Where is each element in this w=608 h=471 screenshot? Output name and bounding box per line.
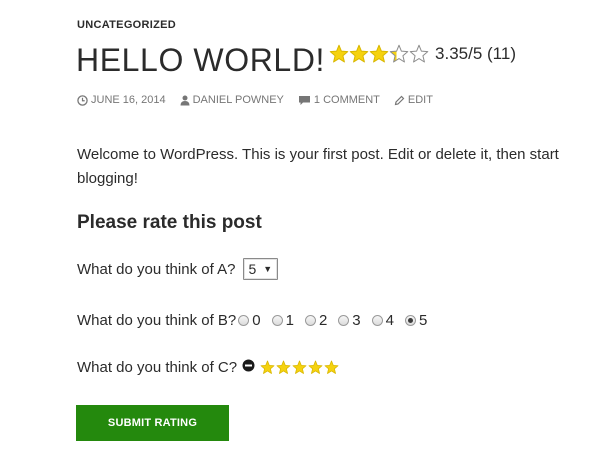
post-date[interactable]: JUNE 16, 2014 xyxy=(77,94,166,106)
radio-button[interactable] xyxy=(304,315,316,326)
radio-button[interactable] xyxy=(338,315,350,326)
star-icon xyxy=(329,44,349,63)
post-rating-score: 3.35/5 (11) xyxy=(435,44,516,63)
pencil-icon xyxy=(394,95,405,105)
question-b-option-0[interactable]: 0 xyxy=(238,312,261,329)
clock-icon xyxy=(77,94,88,106)
radio-option-label: 4 xyxy=(385,312,394,329)
star-icon xyxy=(389,44,409,63)
star-icon xyxy=(369,44,389,63)
question-c-label: What do you think of C? xyxy=(77,359,238,376)
submit-rating-button[interactable]: SUBMIT RATING xyxy=(76,405,229,441)
question-b-option-5[interactable]: 5 xyxy=(404,312,428,329)
post-content: Welcome to WordPress. This is your first… xyxy=(77,146,559,187)
radio-button[interactable] xyxy=(404,315,416,326)
question-c-star-rating xyxy=(260,360,340,375)
radio-button[interactable] xyxy=(238,315,250,326)
post-edit[interactable]: EDIT xyxy=(394,94,433,106)
user-icon xyxy=(180,95,190,105)
comment-icon xyxy=(298,95,310,105)
post-comments-link[interactable]: 1 COMMENT xyxy=(314,94,380,106)
question-a: What do you think of A? 5 ▼ xyxy=(77,258,279,280)
radio-option-label: 5 xyxy=(418,312,428,329)
post-header: HELLO WORLD! 3.35/5 (11) xyxy=(76,40,516,80)
post-author-link[interactable]: DANIEL POWNEY xyxy=(193,94,284,106)
question-c: What do you think of C? xyxy=(77,359,340,376)
radio-option-label: 1 xyxy=(285,312,294,329)
cancel-icon[interactable] xyxy=(242,359,255,376)
star-icon[interactable] xyxy=(308,360,323,375)
question-b-option-1[interactable]: 1 xyxy=(271,312,294,329)
radio-option-label: 2 xyxy=(318,312,328,329)
question-b-option-4[interactable]: 4 xyxy=(371,312,394,329)
star-icon[interactable] xyxy=(276,360,291,375)
star-icon[interactable] xyxy=(260,360,275,375)
radio-option-label: 3 xyxy=(352,312,361,329)
radio-option-label: 0 xyxy=(252,312,261,329)
star-icon xyxy=(349,44,369,63)
question-b-option-2[interactable]: 2 xyxy=(304,312,328,329)
post-comments[interactable]: 1 COMMENT xyxy=(298,94,380,106)
post-meta: JUNE 16, 2014 DANIEL POWNEY 1 COMMENT ED… xyxy=(77,94,447,106)
chevron-down-icon: ▼ xyxy=(263,264,273,274)
radio-button[interactable] xyxy=(371,315,383,326)
question-b-option-3[interactable]: 3 xyxy=(338,312,361,329)
radio-button[interactable] xyxy=(271,315,283,326)
question-a-select[interactable]: 5 ▼ xyxy=(243,258,279,280)
post-edit-link[interactable]: EDIT xyxy=(408,94,433,106)
post-date-link[interactable]: JUNE 16, 2014 xyxy=(91,94,166,106)
star-icon[interactable] xyxy=(292,360,307,375)
post-author[interactable]: DANIEL POWNEY xyxy=(180,94,284,106)
question-b-label: What do you think of B? xyxy=(77,312,237,329)
question-b: What do you think of B? 0 1 2 3 4 5 xyxy=(77,312,438,329)
question-a-selected-value: 5 xyxy=(248,261,257,277)
post-rating-stars xyxy=(329,44,429,64)
star-icon xyxy=(409,44,429,63)
question-a-label: What do you think of A? xyxy=(77,260,236,278)
post-title[interactable]: HELLO WORLD! xyxy=(76,40,325,80)
category-link[interactable]: UNCATEGORIZED xyxy=(77,19,176,31)
rating-form-heading: Please rate this post xyxy=(77,212,262,233)
question-b-radio-group: 0 1 2 3 4 5 xyxy=(236,312,438,329)
star-icon[interactable] xyxy=(324,360,339,375)
